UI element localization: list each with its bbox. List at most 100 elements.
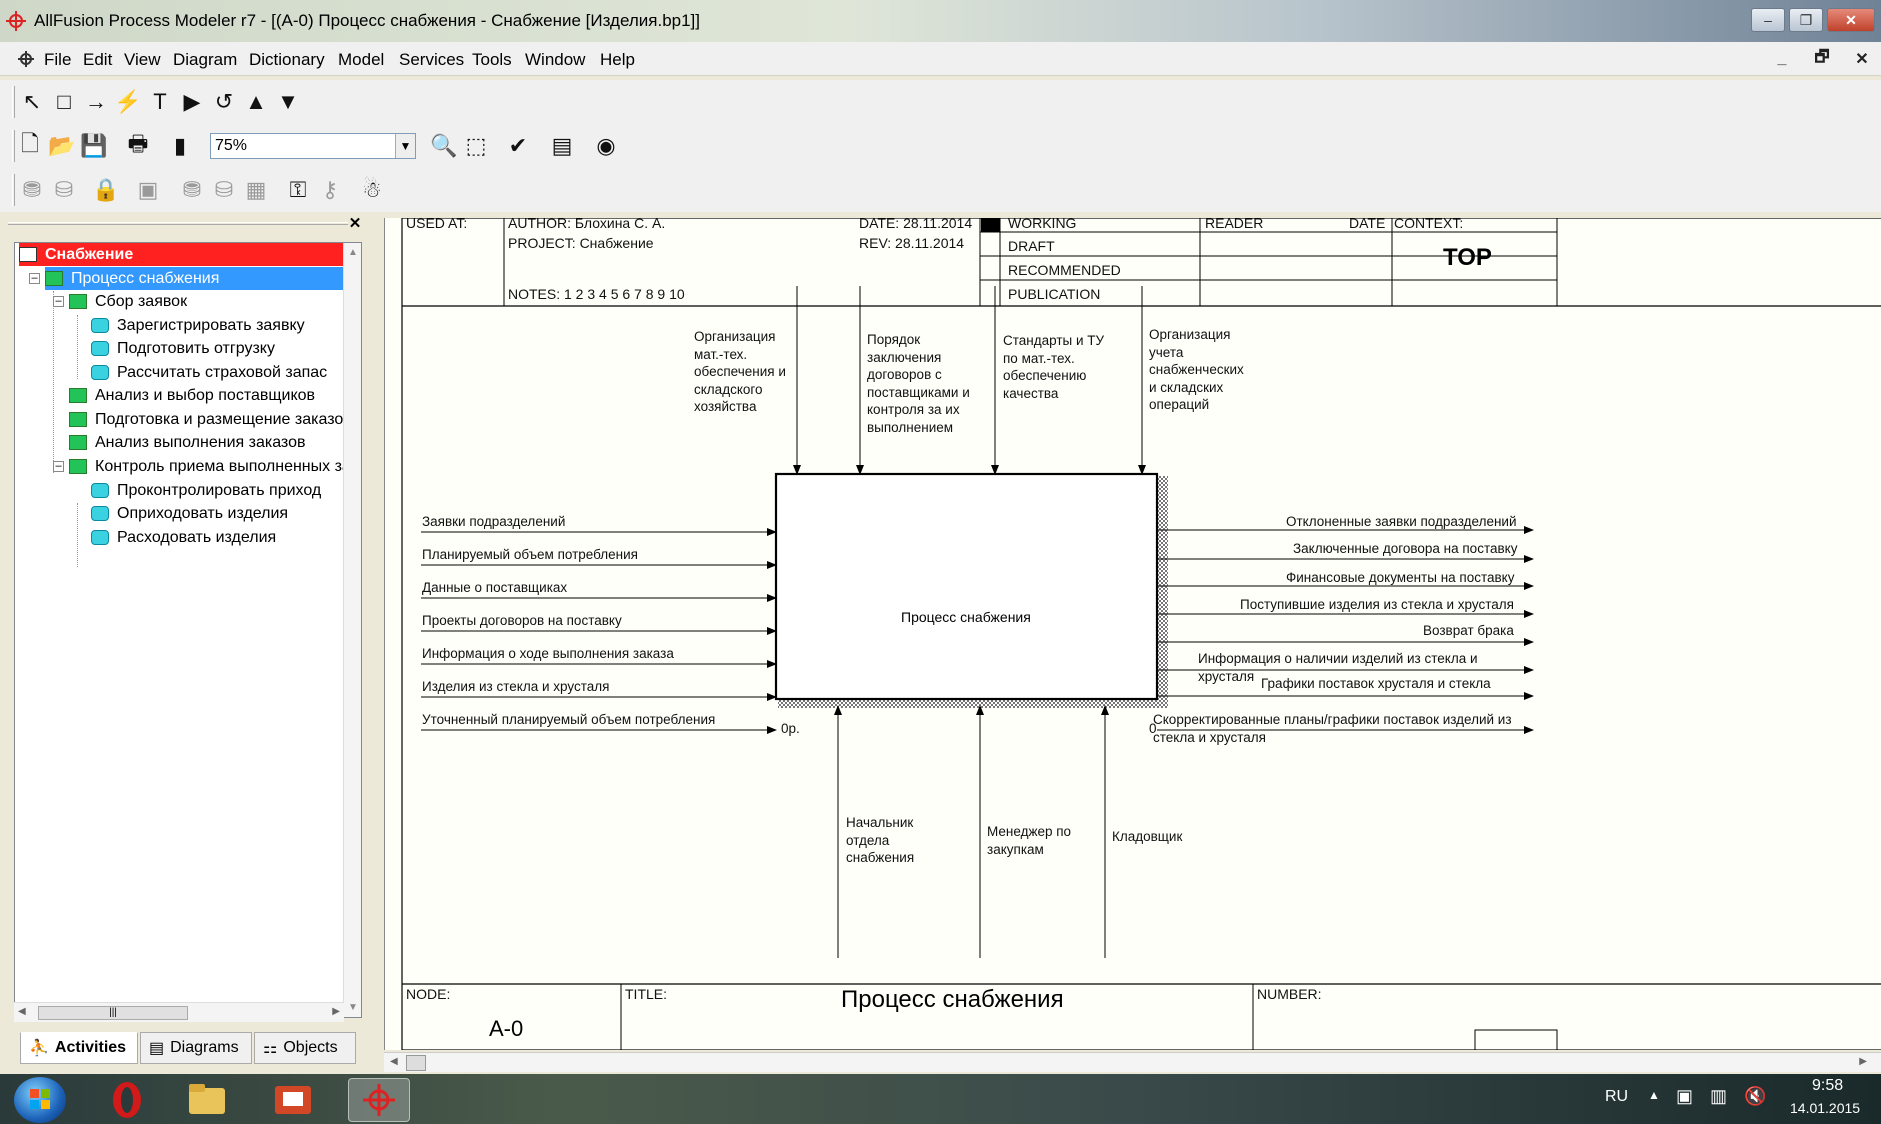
- arrow-tool-icon[interactable]: →: [82, 88, 110, 116]
- open-folder-icon[interactable]: 📂: [48, 132, 76, 160]
- tray-app-icon[interactable]: ▣: [1676, 1086, 1693, 1107]
- control-label[interactable]: Стандарты и ТУ по мат.-тех. обеспечению …: [1003, 332, 1104, 402]
- spell-check-icon[interactable]: ✔: [504, 132, 532, 160]
- start-button[interactable]: [14, 1077, 66, 1123]
- menu-file[interactable]: File: [44, 50, 71, 70]
- tree-item[interactable]: Рассчитать страховой запас: [91, 361, 327, 384]
- tree-item[interactable]: Анализ и выбор поставщиков: [69, 384, 315, 407]
- scroll-up-icon[interactable]: ▲: [348, 247, 358, 258]
- tree-item[interactable]: Анализ выполнения заказов: [69, 431, 305, 454]
- zoom-in-icon[interactable]: 🔍: [430, 132, 458, 160]
- box-tool-icon[interactable]: □: [50, 88, 78, 116]
- scroll-thumb[interactable]: [406, 1055, 426, 1071]
- text-tool-icon[interactable]: T: [146, 88, 174, 116]
- check-in-icon[interactable]: ⛃: [18, 176, 46, 204]
- volume-muted-icon[interactable]: 🔇: [1744, 1086, 1766, 1107]
- scroll-down-icon[interactable]: ▼: [348, 1002, 358, 1013]
- new-file-icon[interactable]: 🗋: [16, 131, 44, 160]
- tree-item[interactable]: Подготовка и размещение заказо: [69, 408, 353, 431]
- zoom-fit-icon[interactable]: ⬚: [462, 132, 490, 160]
- users-icon[interactable]: ☃: [358, 176, 386, 204]
- tab-objects[interactable]: ⚏ Objects: [254, 1032, 356, 1064]
- taskbar-process-modeler[interactable]: [348, 1078, 410, 1122]
- control-label[interactable]: Порядок заключения договоров с поставщик…: [867, 331, 970, 436]
- lock-icon[interactable]: 🔒: [92, 176, 120, 204]
- tree-root[interactable]: Снабжение: [19, 243, 345, 266]
- output-label[interactable]: Возврат брака: [1423, 622, 1514, 640]
- taskbar-powerpoint[interactable]: [262, 1078, 324, 1122]
- input-label[interactable]: Информация о ходе выполнения заказа: [422, 645, 674, 663]
- squiggle-tool-icon[interactable]: ⚡: [114, 88, 142, 116]
- scroll-right-icon[interactable]: ▶: [1859, 1056, 1867, 1067]
- control-label[interactable]: Организация мат.-тех. обеспечения и скла…: [694, 328, 786, 416]
- toolbar-grip[interactable]: [12, 174, 15, 206]
- mdi-restore-button[interactable]: 🗗: [1807, 48, 1837, 70]
- menu-diagram[interactable]: Diagram: [173, 50, 237, 70]
- collapse-icon[interactable]: –: [53, 461, 64, 472]
- rotate-tool-icon[interactable]: ↺: [210, 88, 238, 116]
- document-menu-icon[interactable]: [16, 50, 36, 68]
- scroll-right-icon[interactable]: ▶: [332, 1006, 340, 1017]
- panel-grip[interactable]: [8, 222, 348, 225]
- tab-diagrams[interactable]: ▤ Diagrams: [140, 1032, 252, 1064]
- clock-time[interactable]: 9:58: [1812, 1077, 1843, 1095]
- tree-item[interactable]: Зарегистрировать заявку: [91, 314, 305, 337]
- save-icon[interactable]: 💾: [80, 132, 108, 160]
- scroll-left-icon[interactable]: ◀: [390, 1056, 398, 1067]
- tree-item[interactable]: Проконтролировать приход: [91, 479, 321, 502]
- tree-item[interactable]: Оприходовать изделия: [91, 502, 288, 525]
- tree-vertical-scrollbar[interactable]: ▲ ▼: [343, 243, 361, 1017]
- menu-model[interactable]: Model: [338, 50, 384, 70]
- tree-item[interactable]: Подготовить отгрузку: [91, 337, 275, 360]
- mechanism-label[interactable]: Кладовщик: [1112, 828, 1182, 846]
- menu-services[interactable]: Services: [399, 50, 464, 70]
- tab-activities[interactable]: ⛹ Activities: [20, 1032, 138, 1064]
- scroll-left-icon[interactable]: ◀: [18, 1006, 26, 1017]
- color-palette-icon[interactable]: ▮: [166, 132, 194, 160]
- toolbar-grip[interactable]: [12, 130, 15, 162]
- mechanism-label[interactable]: Менеджер по закупкам: [987, 823, 1071, 858]
- input-label[interactable]: Планируемый объем потребления: [422, 546, 638, 564]
- canvas-horizontal-scrollbar[interactable]: ◀ ▶: [384, 1052, 1881, 1072]
- output-label[interactable]: Графики поставок хрусталя и стекла: [1261, 675, 1491, 693]
- model-explorer-icon[interactable]: ▤: [548, 132, 576, 160]
- input-label[interactable]: Проекты договоров на поставку: [422, 612, 622, 630]
- menu-edit[interactable]: Edit: [83, 50, 112, 70]
- tree-item[interactable]: Сбор заявок: [69, 290, 187, 313]
- mdi-close-button[interactable]: ✕: [1847, 48, 1877, 70]
- mdi-minimize-button[interactable]: _: [1767, 48, 1797, 70]
- report-icon[interactable]: ▣: [134, 176, 162, 204]
- tree-item[interactable]: Расходовать изделия: [91, 526, 276, 549]
- tree-horizontal-scrollbar[interactable]: ◀ ||| ▶: [14, 1002, 344, 1022]
- collapse-icon[interactable]: –: [53, 296, 64, 307]
- maximize-button[interactable]: ❐: [1789, 8, 1823, 32]
- unlock-icon[interactable]: ⚷: [316, 176, 344, 204]
- key-icon[interactable]: ⚿: [284, 176, 312, 204]
- tree-item[interactable]: Контроль приема выполненных за: [69, 455, 353, 478]
- output-label[interactable]: Финансовые документы на поставку: [1286, 569, 1515, 587]
- minimize-button[interactable]: –: [1751, 8, 1785, 32]
- activity-box[interactable]: [774, 472, 1159, 701]
- menu-view[interactable]: View: [124, 50, 161, 70]
- tree-item-selected[interactable]: Процесс снабжения: [45, 267, 345, 290]
- network-icon[interactable]: ▥: [1710, 1086, 1727, 1107]
- output-label[interactable]: Отклоненные заявки подразделений: [1286, 513, 1517, 531]
- input-label[interactable]: Изделия из стекла и хрусталя: [422, 678, 609, 696]
- taskbar-explorer[interactable]: [176, 1078, 238, 1122]
- output-label[interactable]: Поступившие изделия из стекла и хрусталя: [1240, 596, 1514, 614]
- go-up-icon[interactable]: ▲: [242, 88, 270, 116]
- go-down-icon[interactable]: ▼: [274, 88, 302, 116]
- close-button[interactable]: ✕: [1827, 8, 1875, 32]
- globe-icon[interactable]: ◉: [592, 132, 620, 160]
- menu-help[interactable]: Help: [600, 50, 635, 70]
- input-label[interactable]: Данные о поставщиках: [422, 579, 567, 597]
- toolbar-grip[interactable]: [12, 86, 15, 118]
- tray-expand-icon[interactable]: ▲: [1648, 1088, 1660, 1102]
- collapse-icon[interactable]: –: [29, 273, 40, 284]
- input-label[interactable]: Уточненный планируемый объем потребления: [422, 711, 715, 729]
- menu-window[interactable]: Window: [525, 50, 585, 70]
- zoom-select[interactable]: 75% ▼: [210, 133, 416, 159]
- taskbar-opera[interactable]: [96, 1078, 158, 1122]
- control-label[interactable]: Организация учета снабженческих и складс…: [1149, 326, 1244, 414]
- close-icon[interactable]: ✕: [346, 214, 364, 232]
